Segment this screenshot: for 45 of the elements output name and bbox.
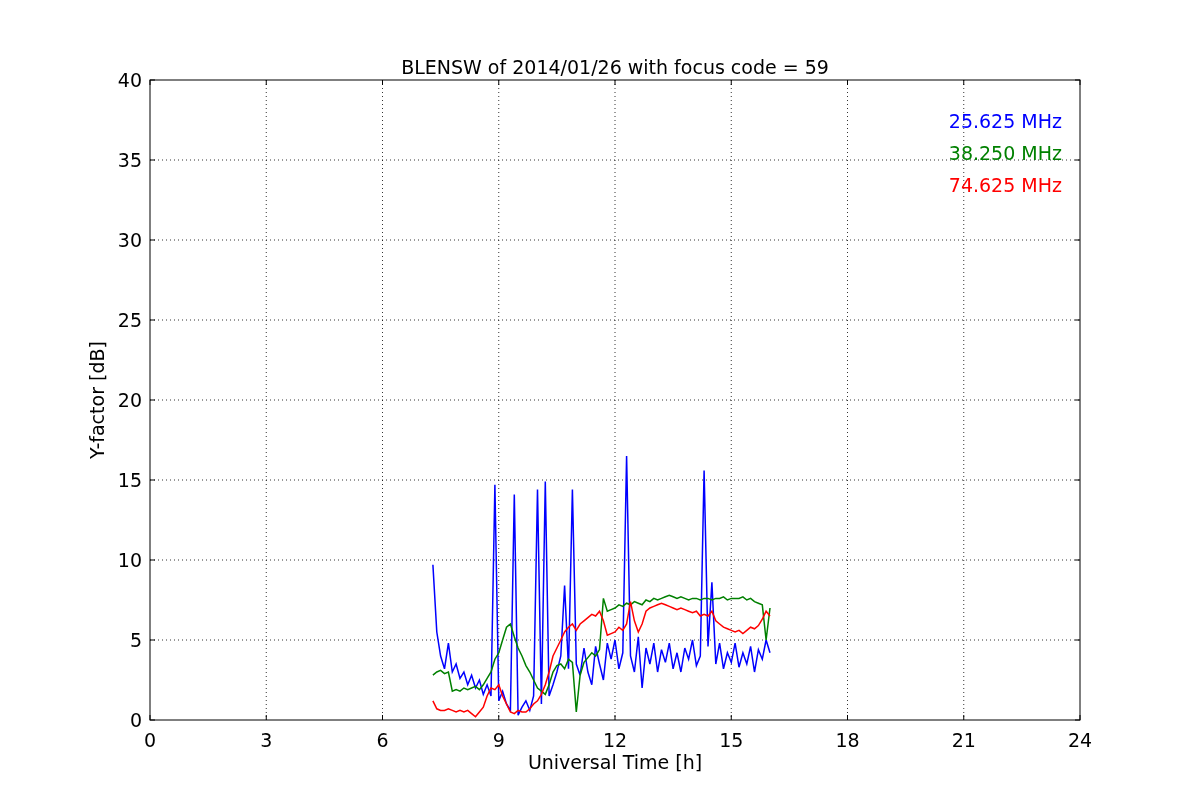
- tick-mark: [265, 714, 267, 721]
- tick-mark: [730, 79, 732, 86]
- tick-mark: [847, 79, 848, 86]
- tick-label: 9: [492, 729, 505, 751]
- tick-label: 5: [129, 629, 142, 651]
- tick-label: 15: [117, 469, 142, 491]
- tick-mark: [149, 159, 156, 161]
- tick-mark: [498, 79, 500, 86]
- tick-label: 21: [951, 729, 976, 751]
- tick-label: 10: [117, 549, 142, 571]
- y-axis-label: Y-factor [dB]: [86, 341, 108, 459]
- tick-label: 35: [117, 149, 142, 171]
- tick-label: 6: [376, 729, 389, 751]
- legend-label: 25.625 MHz: [948, 110, 1062, 132]
- tick-mark: [963, 714, 965, 721]
- tick-label: 0: [129, 709, 142, 731]
- tick-label: 30: [117, 229, 142, 251]
- tick-mark: [847, 714, 848, 721]
- tick-label: 3: [260, 729, 273, 751]
- tick-mark: [498, 714, 500, 721]
- tick-mark: [382, 79, 383, 86]
- tick-label: 40: [117, 69, 142, 91]
- tick-mark: [614, 714, 616, 721]
- tick-label: 0: [143, 729, 157, 751]
- tick-label: 15: [719, 729, 744, 751]
- tick-label: 12: [602, 729, 628, 751]
- tick-mark: [730, 714, 732, 721]
- x-axis-label: Universal Time [h]: [527, 751, 703, 773]
- legend-label: 74.625 MHz: [948, 174, 1062, 196]
- legend-label: 38.250 MHz: [948, 142, 1062, 164]
- tick-label: 20: [117, 389, 142, 411]
- tick-mark: [149, 479, 156, 481]
- tick-label: 18: [835, 729, 860, 751]
- tick-mark: [149, 639, 156, 641]
- tick-mark: [149, 319, 156, 321]
- tick-mark: [382, 714, 383, 721]
- tick-mark: [149, 559, 156, 561]
- tick-mark: [149, 399, 156, 401]
- tick-label: 25: [117, 309, 142, 331]
- tick-mark: [963, 79, 965, 86]
- tick-label: 24: [1067, 729, 1093, 751]
- tick-mark: [614, 79, 616, 86]
- tick-mark: [265, 79, 267, 86]
- chart-title: BLENSW of 2014/01/26 with focus code = 59: [401, 56, 829, 78]
- tick-mark: [149, 239, 156, 241]
